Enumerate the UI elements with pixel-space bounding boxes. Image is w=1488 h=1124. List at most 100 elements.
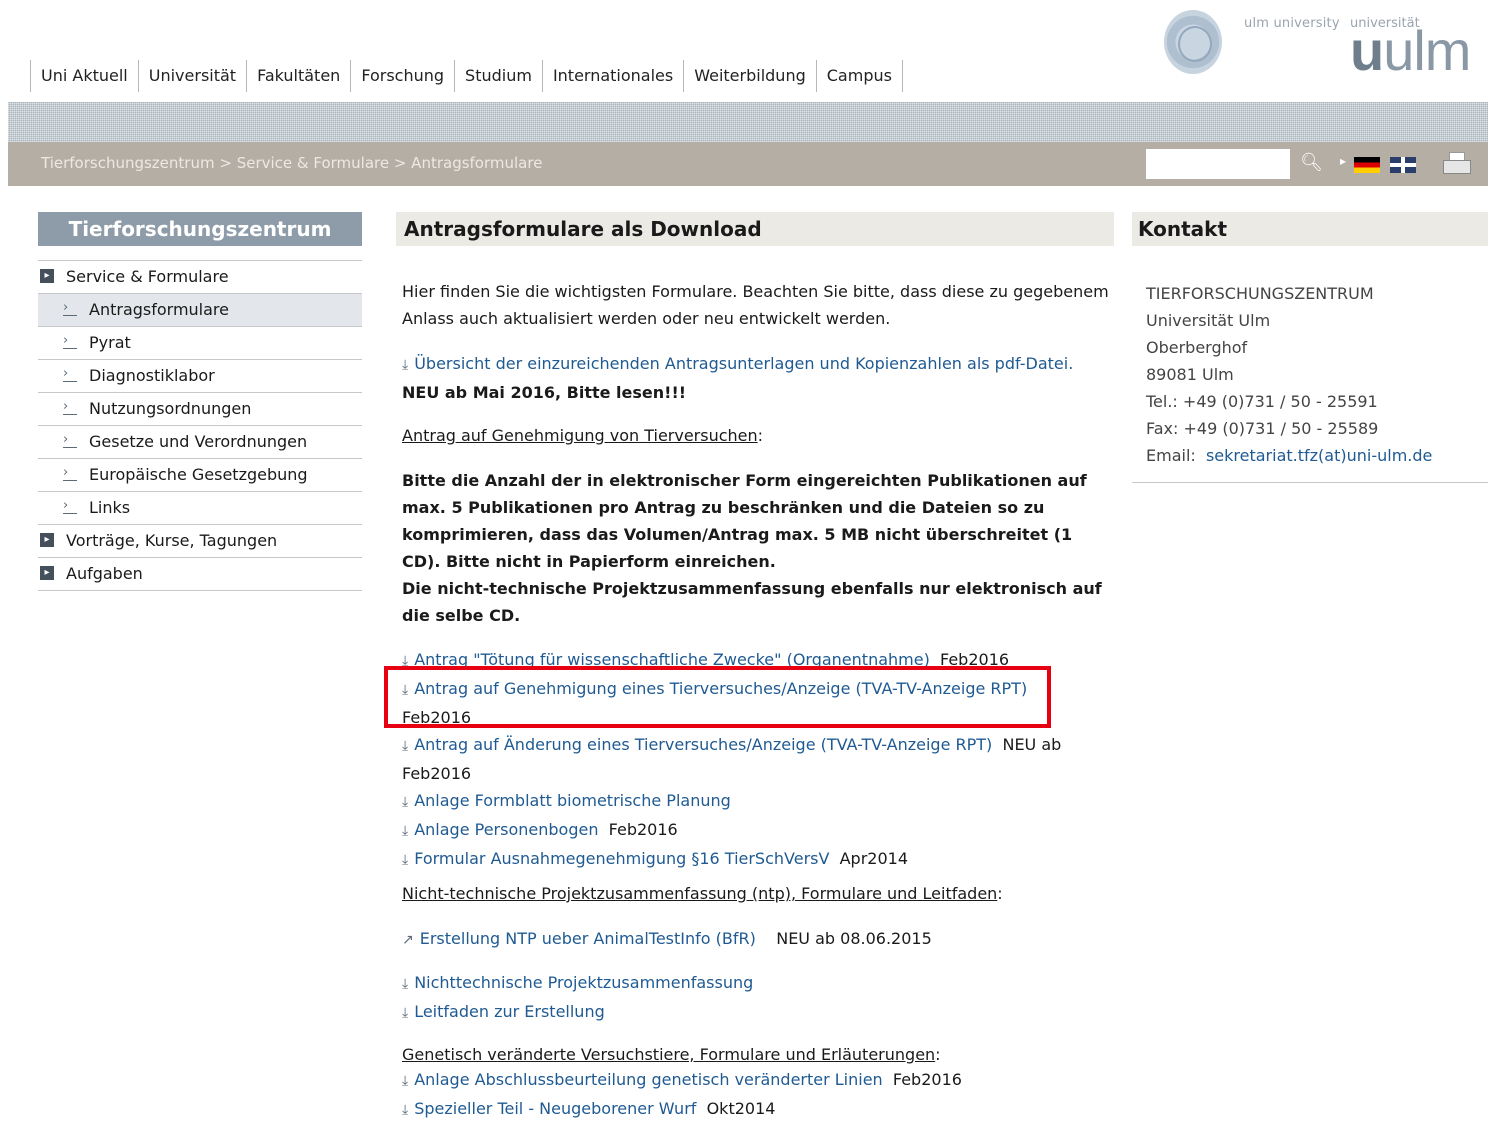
section-heading-tierversuche: Antrag auf Genehmigung von Tierversuchen… [402, 426, 764, 445]
contact-line: TIERFORSCHUNGSZENTRUM [1146, 284, 1374, 303]
sidebar-item-europaeische-gesetzgebung[interactable]: › Europäische Gesetzgebung [38, 459, 362, 492]
nav-forschung[interactable]: Forschung [351, 60, 456, 92]
chevron-icon: › [63, 499, 77, 514]
sidebar-title[interactable]: Tierforschungszentrum [38, 212, 362, 246]
list-item: ⤓ Anlage Personenbogen Feb2016 [402, 820, 678, 839]
ntp-form-link[interactable]: Nichttechnische Projektzusammenfassung [414, 973, 753, 992]
highlight-box [384, 666, 1051, 728]
list-item: ⤓ Formular Ausnahmegenehmigung §16 TierSc… [402, 849, 909, 868]
external-link-icon: ↗ [402, 932, 414, 948]
sidebar-item-links[interactable]: › Links [38, 492, 362, 525]
nav-weiterbildung[interactable]: Weiterbildung [684, 60, 817, 92]
chevron-icon: › [63, 301, 77, 316]
download-icon: ⤓ [402, 1073, 409, 1089]
contact-email-row: Email: sekretariat.tfz(at)uni-ulm.de [1146, 446, 1433, 465]
gv-forms: ⤓ Anlage Abschlussbeurteilung genetisch v… [402, 1066, 1114, 1124]
logo-text-en: ulm university [1244, 16, 1340, 31]
overview-block: ⤓ Übersicht der einzureichenden Antragsun… [402, 350, 1114, 406]
chevron-icon: › [63, 466, 77, 481]
section-heading-gv: Genetisch veränderte Versuchstiere, Form… [402, 1045, 941, 1064]
german-flag-icon[interactable] [1354, 157, 1380, 173]
overview-note: NEU ab Mai 2016, Bitte lesen!!! [402, 383, 687, 402]
download-icon: ⤓ [402, 976, 409, 992]
chevron-icon: › [63, 400, 77, 415]
breadcrumb-bar: Tierforschungszentrum > Service & Formul… [8, 142, 1488, 186]
gv-form-link-wurf[interactable]: Spezieller Teil - Neugeborener Wurf [414, 1099, 696, 1118]
notice-ntp: Die nicht-technische Projektzusammenfass… [402, 579, 1102, 625]
contact-line: Oberberghof [1146, 338, 1248, 357]
print-icon[interactable] [1443, 152, 1471, 176]
divider [1132, 482, 1488, 483]
form-link-personenbogen[interactable]: Anlage Personenbogen [414, 820, 598, 839]
arrow-box-icon: ▸ [40, 566, 54, 580]
breadcrumb[interactable]: Tierforschungszentrum > Service & Formul… [41, 154, 542, 172]
university-seal-icon [1164, 10, 1222, 74]
list-item: ⤓ Nichttechnische Projektzusammenfassung [402, 969, 1114, 998]
notice-block: Bitte die Anzahl der in elektronischer F… [402, 467, 1114, 629]
search-input[interactable] [1146, 149, 1290, 179]
nav-uni-aktuell[interactable]: Uni Aktuell [30, 60, 139, 92]
sidebar-item-vortraege[interactable]: ▸ Vorträge, Kurse, Tagungen [38, 525, 362, 558]
sidebar-item-diagnostiklabor[interactable]: › Diagnostiklabor [38, 360, 362, 393]
ntp-external: ↗ Erstellung NTP ueber AnimalTestInfo (Bf… [402, 929, 932, 948]
sidebar-item-pyrat[interactable]: › Pyrat [38, 327, 362, 360]
list-item: ⤓ Spezieller Teil - Neugeborener Wurf Okt… [402, 1099, 776, 1118]
contact-details: TIERFORSCHUNGSZENTRUM Universität Ulm Ob… [1132, 280, 1488, 469]
search-icon[interactable]: 🔍︎ [1300, 152, 1323, 174]
list-item: ⤓ Leitfaden zur Erstellung [402, 998, 1114, 1027]
download-icon: ⤓ [402, 357, 409, 373]
chevron-icon: › [63, 433, 77, 448]
nav-universitaet[interactable]: Universität [139, 60, 248, 92]
top-navigation: Uni Aktuell Universität Fakultäten Forsc… [30, 60, 903, 92]
download-icon: ⤓ [402, 852, 409, 868]
sidebar: Tierforschungszentrum ▸ Service & Formula… [38, 212, 362, 591]
contact-title: Kontakt [1132, 212, 1488, 246]
form-link-biometrisch[interactable]: Anlage Formblatt biometrische Planung [414, 791, 731, 810]
page-title: Antragsformulare als Download [396, 212, 1114, 246]
overview-link[interactable]: Übersicht der einzureichenden Antragsunt… [414, 354, 1073, 373]
gv-form-link-abschluss[interactable]: Anlage Abschlussbeurteilung genetisch ve… [414, 1070, 883, 1089]
sidebar-item-nutzungsordnungen[interactable]: › Nutzungsordnungen [38, 393, 362, 426]
notice-publications: Bitte die Anzahl der in elektronischer F… [402, 471, 1087, 571]
download-icon: ⤓ [402, 794, 409, 810]
arrow-box-icon: ▸ [40, 269, 54, 283]
ntp-external-link[interactable]: Erstellung NTP ueber AnimalTestInfo (BfR… [420, 929, 756, 948]
contact-line: 89081 Ulm [1146, 365, 1234, 384]
nav-campus[interactable]: Campus [817, 60, 903, 92]
form-link-ausnahme[interactable]: Formular Ausnahmegenehmigung §16 TierSch… [414, 849, 829, 868]
contact-panel: Kontakt TIERFORSCHUNGSZENTRUM Universitä… [1132, 212, 1488, 483]
contact-line: Universität Ulm [1146, 311, 1271, 330]
ntp-forms: ⤓ Nichttechnische Projektzusammenfassung … [402, 969, 1114, 1027]
ntp-guide-link[interactable]: Leitfaden zur Erstellung [414, 1002, 605, 1021]
download-icon: ⤓ [402, 1102, 409, 1118]
form-link-aenderung[interactable]: Antrag auf Änderung eines Tierversuches/… [414, 735, 992, 754]
main-content: Antragsformulare als Download Hier finde… [396, 212, 1114, 1118]
sidebar-item-antragsformulare[interactable]: › Antragsformulare [38, 294, 362, 327]
list-item: ⤓ Antrag auf Änderung eines Tierversuches… [402, 735, 1062, 783]
arrow-right-icon: ▸ [1340, 154, 1347, 168]
ulm-university-logo[interactable]: ulm university universität uulm [1160, 8, 1480, 82]
arrow-box-icon: ▸ [40, 533, 54, 547]
download-icon: ⤓ [402, 1005, 409, 1021]
intro-text: Hier finden Sie die wichtigsten Formular… [402, 282, 1109, 328]
chevron-icon: › [63, 334, 77, 349]
download-icon: ⤓ [402, 823, 409, 839]
list-item: ⤓ Anlage Formblatt biometrische Planung [402, 787, 1114, 816]
chevron-icon: › [63, 367, 77, 382]
contact-email-link[interactable]: sekretariat.tfz(at)uni-ulm.de [1206, 446, 1432, 465]
contact-line: Fax: +49 (0)731 / 50 - 25589 [1146, 419, 1379, 438]
sidebar-item-service-formulare[interactable]: ▸ Service & Formulare [38, 261, 362, 294]
logo-wordmark: uulm [1350, 19, 1471, 82]
nav-studium[interactable]: Studium [455, 60, 543, 92]
sidebar-item-gesetze[interactable]: › Gesetze und Verordnungen [38, 426, 362, 459]
nav-fakultaeten[interactable]: Fakultäten [247, 60, 352, 92]
decorative-band [8, 102, 1488, 142]
uk-flag-icon[interactable] [1390, 157, 1416, 173]
download-icon: ⤓ [402, 738, 409, 754]
contact-line: Tel.: +49 (0)731 / 50 - 25591 [1146, 392, 1378, 411]
section-heading-ntp: Nicht-technische Projektzusammenfassung … [402, 884, 1003, 903]
list-item: ⤓ Anlage Abschlussbeurteilung genetisch v… [402, 1070, 962, 1089]
sidebar-item-aufgaben[interactable]: ▸ Aufgaben [38, 558, 362, 591]
nav-internationales[interactable]: Internationales [543, 60, 685, 92]
sidebar-menu: ▸ Service & Formulare › Antragsformulare ›… [38, 260, 362, 591]
